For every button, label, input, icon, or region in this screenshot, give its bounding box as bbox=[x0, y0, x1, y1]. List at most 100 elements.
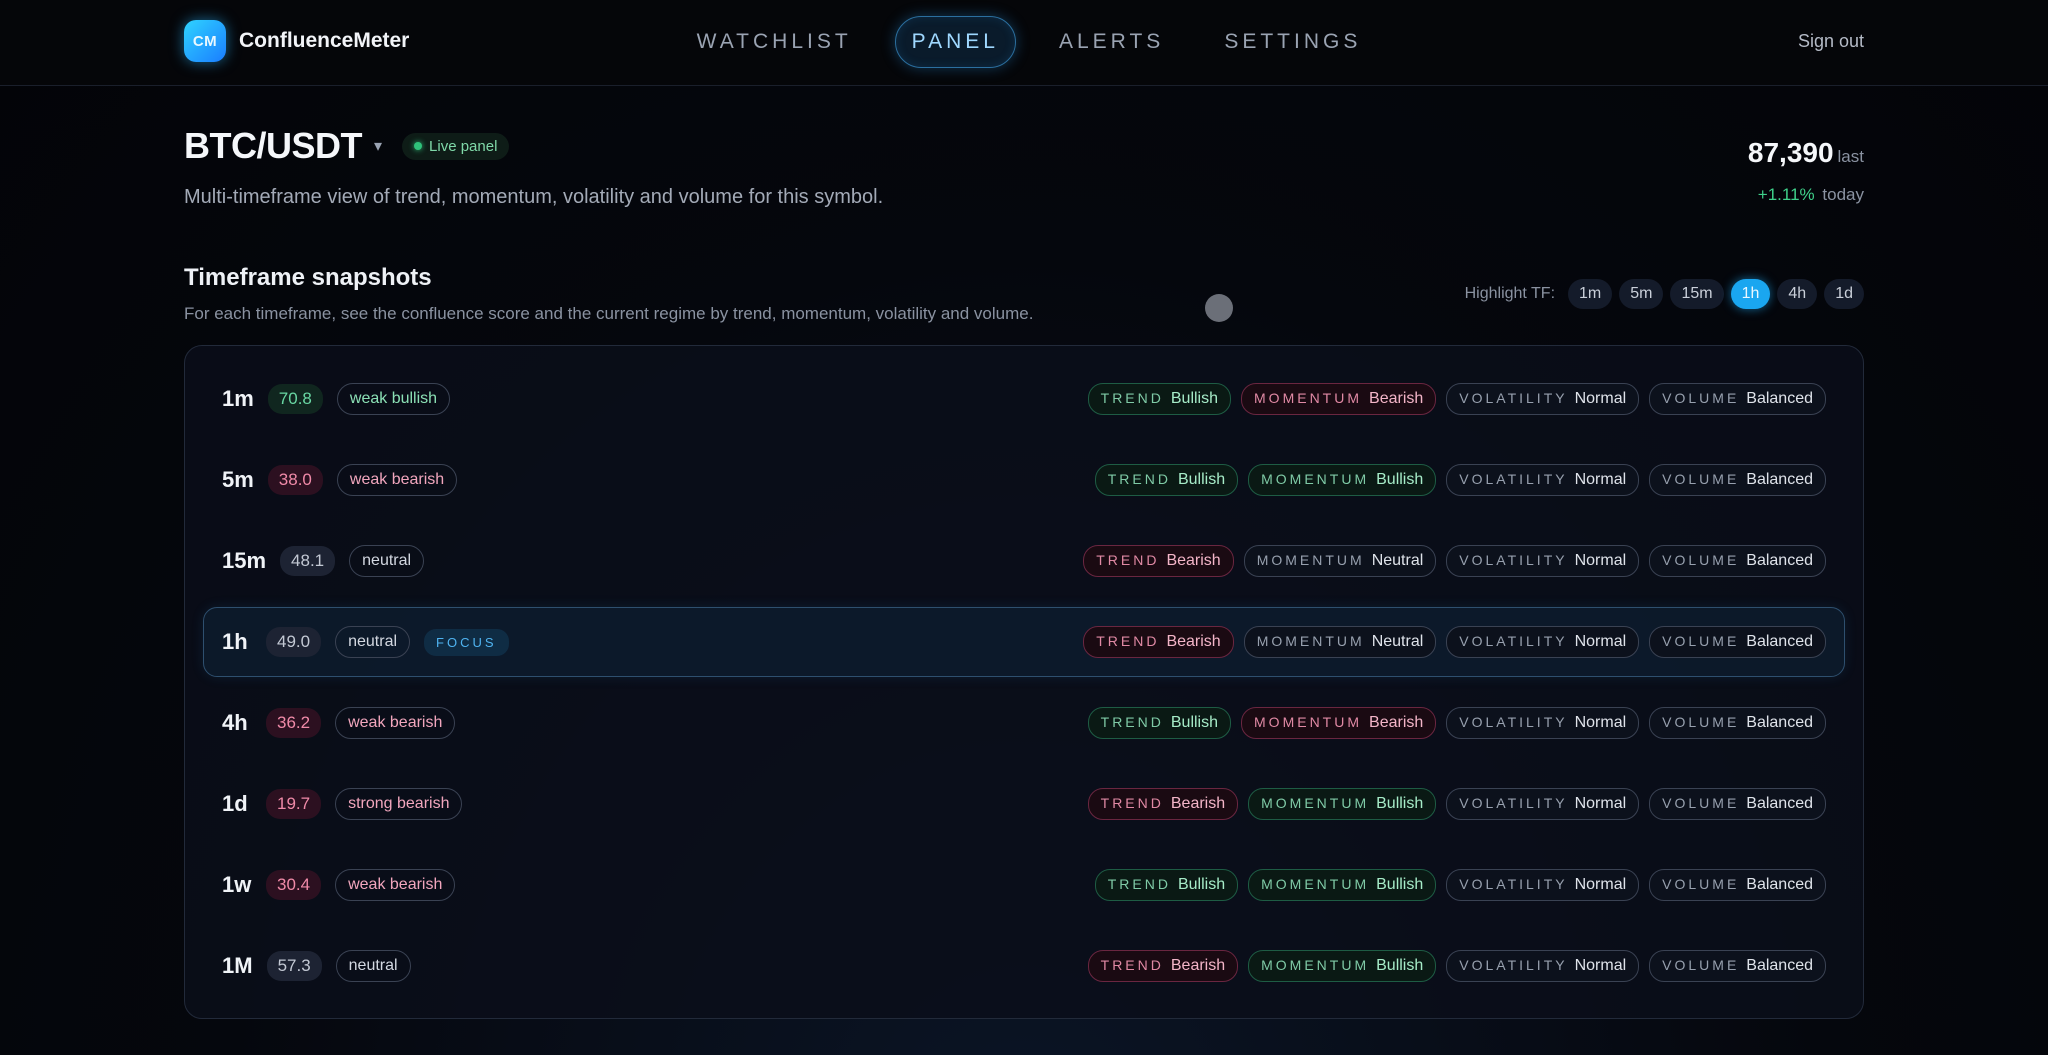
confluence-score: 57.3 bbox=[266, 951, 322, 981]
trend-chip: TREND Bullish bbox=[1094, 869, 1239, 901]
timeframe-panel: 1m 70.8 weak bullish TREND Bullish MOMENT… bbox=[184, 345, 1864, 1019]
momentum-key: MOMENTUM bbox=[1261, 876, 1370, 892]
momentum-value: Neutral bbox=[1371, 633, 1424, 650]
momentum-value: Bullish bbox=[1376, 876, 1424, 893]
volatility-value: Normal bbox=[1574, 714, 1627, 731]
momentum-key: MOMENTUM bbox=[1261, 957, 1370, 973]
momentum-chip: MOMENTUM Bullish bbox=[1248, 788, 1437, 820]
momentum-key: MOMENTUM bbox=[1256, 552, 1365, 568]
timeframe-row[interactable]: 5m 38.0 weak bearish TREND Bullish MOMENT… bbox=[203, 445, 1845, 515]
regime-badge: neutral bbox=[335, 950, 411, 982]
volatility-key: VOLATILITY bbox=[1459, 795, 1568, 811]
volatility-key: VOLATILITY bbox=[1459, 957, 1568, 973]
nav-settings[interactable]: SETTINGS bbox=[1207, 16, 1378, 68]
volume-value: Balanced bbox=[1746, 876, 1813, 893]
highlight-tf-5m[interactable]: 5m bbox=[1619, 279, 1664, 309]
volatility-chip: VOLATILITY Normal bbox=[1446, 626, 1640, 658]
timeframe-label: 15m bbox=[222, 548, 267, 573]
highlight-tf-1h[interactable]: 1h bbox=[1730, 279, 1771, 309]
highlight-tf-4h[interactable]: 4h bbox=[1777, 279, 1818, 309]
volume-chip: VOLUME Balanced bbox=[1649, 788, 1826, 820]
volume-value: Balanced bbox=[1746, 390, 1813, 407]
regime-badge: weak bearish bbox=[336, 464, 458, 496]
volume-key: VOLUME bbox=[1662, 633, 1740, 649]
confluence-score: 48.1 bbox=[280, 546, 336, 576]
volatility-key: VOLATILITY bbox=[1459, 390, 1568, 406]
momentum-key: MOMENTUM bbox=[1254, 714, 1363, 730]
price-summary: 87,390 last +1.11% today bbox=[1748, 137, 1864, 205]
timeframe-label: 5m bbox=[222, 467, 254, 492]
volatility-key: VOLATILITY bbox=[1459, 471, 1568, 487]
volatility-chip: VOLATILITY Normal bbox=[1446, 383, 1640, 415]
timeframe-row[interactable]: 1h 49.0 neutral FOCUS TREND Bearish MOMEN… bbox=[203, 607, 1845, 677]
chevron-down-icon[interactable]: ▾ bbox=[374, 136, 382, 156]
highlight-tf-15m[interactable]: 15m bbox=[1670, 279, 1724, 309]
momentum-chip: MOMENTUM Bullish bbox=[1248, 950, 1437, 982]
volume-key: VOLUME bbox=[1662, 552, 1740, 568]
volume-value: Balanced bbox=[1746, 795, 1813, 812]
timeframe-row[interactable]: 1M 57.3 neutral TREND Bearish MOMENTUM Bul… bbox=[203, 931, 1845, 1001]
volatility-key: VOLATILITY bbox=[1459, 714, 1568, 730]
top-bar: CM ConfluenceMeter WATCHLIST PANEL ALERT… bbox=[0, 0, 2048, 86]
trend-value: Bullish bbox=[1170, 390, 1219, 407]
volatility-key: VOLATILITY bbox=[1459, 552, 1568, 568]
change-percent: +1.11% bbox=[1757, 185, 1815, 204]
volume-key: VOLUME bbox=[1662, 795, 1740, 811]
focus-tag: FOCUS bbox=[424, 628, 509, 656]
live-label: Live panel bbox=[429, 137, 498, 155]
momentum-chip: MOMENTUM Bullish bbox=[1248, 869, 1437, 901]
confluence-score: 70.8 bbox=[267, 384, 323, 414]
volume-key: VOLUME bbox=[1662, 957, 1740, 973]
nav-panel[interactable]: PANEL bbox=[894, 16, 1016, 68]
regime-badge: weak bullish bbox=[336, 383, 451, 415]
volatility-value: Normal bbox=[1574, 633, 1627, 650]
regime-badge: weak bearish bbox=[335, 869, 456, 901]
brand[interactable]: CM ConfluenceMeter bbox=[184, 20, 409, 62]
nav-watchlist[interactable]: WATCHLIST bbox=[680, 16, 869, 68]
momentum-chip: MOMENTUM Neutral bbox=[1243, 545, 1437, 577]
trend-value: Bullish bbox=[1170, 714, 1219, 731]
volatility-key: VOLATILITY bbox=[1459, 633, 1568, 649]
app-name: ConfluenceMeter bbox=[239, 29, 410, 52]
nav-alerts[interactable]: ALERTS bbox=[1042, 16, 1181, 68]
highlight-tf-1m[interactable]: 1m bbox=[1568, 279, 1613, 309]
trend-value: Bearish bbox=[1170, 957, 1226, 974]
regime-badge: neutral bbox=[335, 626, 411, 658]
trend-key: TREND bbox=[1096, 633, 1160, 649]
momentum-value: Bullish bbox=[1376, 471, 1424, 488]
trend-chip: TREND Bearish bbox=[1083, 545, 1234, 577]
volatility-value: Normal bbox=[1574, 552, 1627, 569]
trend-value: Bullish bbox=[1177, 876, 1226, 893]
highlight-label: Highlight TF: bbox=[1464, 285, 1556, 302]
momentum-chip: MOMENTUM Neutral bbox=[1243, 626, 1437, 658]
volume-value: Balanced bbox=[1746, 471, 1813, 488]
trend-value: Bearish bbox=[1170, 795, 1226, 812]
live-dot-icon bbox=[414, 142, 423, 150]
timeframe-row[interactable]: 1m 70.8 weak bullish TREND Bullish MOMENT… bbox=[203, 364, 1845, 434]
volume-chip: VOLUME Balanced bbox=[1649, 869, 1826, 901]
confluence-score: 36.2 bbox=[266, 708, 322, 738]
volume-value: Balanced bbox=[1746, 552, 1813, 569]
sign-out-link[interactable]: Sign out bbox=[1798, 31, 1864, 52]
volume-chip: VOLUME Balanced bbox=[1649, 383, 1826, 415]
timeframe-row[interactable]: 1d 19.7 strong bearish TREND Bearish MOME… bbox=[203, 769, 1845, 839]
highlight-tf-1d[interactable]: 1d bbox=[1824, 279, 1864, 309]
timeframe-row[interactable]: 4h 36.2 weak bearish TREND Bullish MOMENT… bbox=[203, 688, 1845, 758]
volume-value: Balanced bbox=[1746, 714, 1813, 731]
trend-key: TREND bbox=[1100, 957, 1164, 973]
timeframe-row[interactable]: 1w 30.4 weak bearish TREND Bullish MOMENT… bbox=[203, 850, 1845, 920]
highlight-tf-selector: Highlight TF: 1m 5m 15m 1h 4h 1d bbox=[1465, 279, 1864, 309]
momentum-key: MOMENTUM bbox=[1261, 795, 1370, 811]
trend-chip: TREND Bearish bbox=[1087, 788, 1239, 820]
volume-chip: VOLUME Balanced bbox=[1649, 950, 1826, 982]
momentum-value: Bearish bbox=[1369, 714, 1424, 731]
confluence-score: 49.0 bbox=[266, 627, 322, 657]
trend-key: TREND bbox=[1100, 390, 1164, 406]
timeframe-row[interactable]: 15m 48.1 neutral TREND Bearish MOMENTUM Ne… bbox=[203, 526, 1845, 596]
momentum-value: Bullish bbox=[1376, 957, 1424, 974]
symbol-selector[interactable]: BTC/USDT bbox=[184, 125, 363, 167]
volatility-chip: VOLATILITY Normal bbox=[1446, 545, 1640, 577]
momentum-chip: MOMENTUM Bearish bbox=[1241, 707, 1437, 739]
trend-key: TREND bbox=[1107, 471, 1171, 487]
volume-chip: VOLUME Balanced bbox=[1649, 707, 1826, 739]
